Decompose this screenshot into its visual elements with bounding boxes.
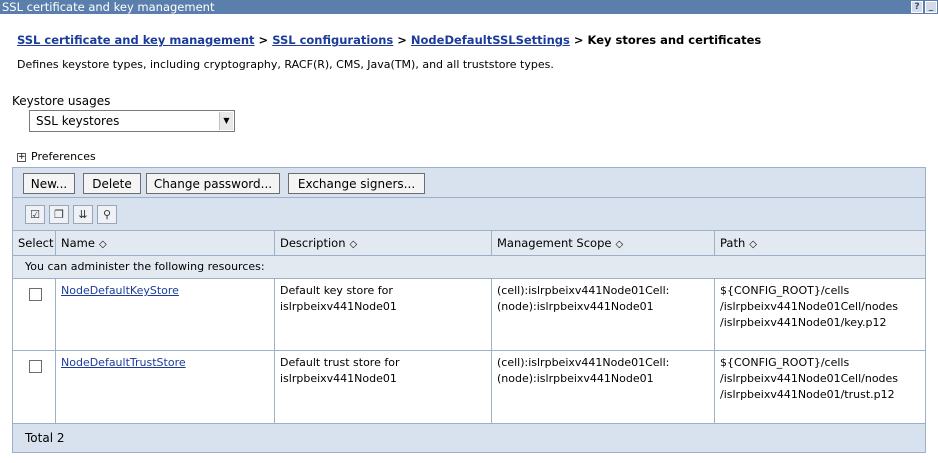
table-total: Total 2: [13, 424, 925, 452]
scope-line: (cell):islrpbeixv441Node01Cell:: [497, 284, 670, 297]
keystore-usages-selected-value: SSL keystores: [36, 114, 120, 128]
description-line: islrpbeixv441Node01: [280, 372, 397, 385]
preferences-label: Preferences: [31, 150, 96, 163]
description-line: Default key store for: [280, 284, 393, 297]
page-description: Defines keystore types, including crypto…: [17, 58, 554, 71]
dropdown-arrow-icon[interactable]: ▼: [219, 112, 233, 130]
table-cell-scope: (cell):islrpbeixv441Node01Cell: (node):i…: [492, 279, 715, 351]
column-header-label: Name: [61, 236, 95, 250]
exchange-signers-button[interactable]: Exchange signers...: [288, 173, 425, 194]
column-header-name[interactable]: Name ◇: [56, 231, 275, 256]
table-cell-description: Default trust store for islrpbeixv441Nod…: [275, 351, 492, 424]
change-password-button[interactable]: Change password...: [146, 173, 280, 194]
breadcrumb-link-ssl-cert-key-mgmt[interactable]: SSL certificate and key management: [17, 33, 255, 47]
path-line: /islrpbeixv441Node01Cell/nodes: [720, 372, 899, 385]
path-line: ${CONFIG_ROOT}/cells: [720, 356, 850, 369]
keystore-usages-label: Keystore usages: [12, 94, 111, 108]
table-cell-name: NodeDefaultTrustStore: [56, 351, 275, 424]
deselect-all-icon[interactable]: ❐: [49, 205, 69, 224]
table-row-select-cell: [13, 279, 56, 351]
new-button[interactable]: New...: [23, 173, 75, 194]
select-all-icon[interactable]: ☑: [25, 205, 45, 224]
column-header-management-scope[interactable]: Management Scope ◇: [492, 231, 715, 256]
column-header-label: Management Scope: [497, 236, 612, 250]
sort-icon[interactable]: ◇: [749, 239, 757, 250]
path-line: ${CONFIG_ROOT}/cells: [720, 284, 850, 297]
table-row-select-cell: [13, 351, 56, 424]
scope-line: (cell):islrpbeixv441Node01Cell:: [497, 356, 670, 369]
window-title-bar: SSL certificate and key management ? _: [0, 0, 938, 14]
column-header-description[interactable]: Description ◇: [275, 231, 492, 256]
sort-icon[interactable]: ◇: [350, 239, 358, 250]
window-title: SSL certificate and key management: [2, 0, 215, 14]
breadcrumb-link-node-default-ssl-settings[interactable]: NodeDefaultSSLSettings: [411, 33, 570, 47]
breadcrumb-link-ssl-configurations[interactable]: SSL configurations: [272, 33, 393, 47]
path-line: /islrpbeixv441Node01/key.p12: [720, 316, 887, 329]
clear-filter-icon[interactable]: ⚲: [97, 205, 117, 224]
icon-toolbar: ☑ ❐ ⇊ ⚲: [13, 198, 925, 231]
row-checkbox[interactable]: [29, 360, 42, 373]
column-header-label: Description: [280, 236, 346, 250]
column-header-path[interactable]: Path ◇: [715, 231, 925, 256]
breadcrumb-separator: >: [258, 33, 269, 47]
path-line: /islrpbeixv441Node01Cell/nodes: [720, 300, 899, 313]
breadcrumb-separator: >: [573, 33, 584, 47]
show-filter-icon[interactable]: ⇊: [73, 205, 93, 224]
admin-message: You can administer the following resourc…: [13, 256, 925, 279]
description-line: Default trust store for: [280, 356, 400, 369]
keystore-collection-panel: New... Delete Change password... Exchang…: [12, 167, 926, 453]
table-cell-path: ${CONFIG_ROOT}/cells /islrpbeixv441Node0…: [715, 351, 925, 424]
breadcrumb-separator: >: [397, 33, 407, 47]
delete-button[interactable]: Delete: [83, 173, 141, 194]
expand-plus-icon[interactable]: +: [17, 152, 26, 162]
minimize-icon[interactable]: _: [925, 1, 937, 13]
column-header-label: Path: [720, 236, 746, 250]
scope-line: (node):islrpbeixv441Node01: [497, 300, 654, 313]
description-line: islrpbeixv441Node01: [280, 300, 397, 313]
help-icon[interactable]: ?: [911, 1, 923, 13]
column-header-select: Select: [13, 231, 56, 256]
breadcrumb: SSL certificate and key management > SSL…: [17, 33, 761, 47]
sort-icon[interactable]: ◇: [615, 239, 623, 250]
keystore-link[interactable]: NodeDefaultKeyStore: [61, 284, 179, 297]
column-header-label: Select: [18, 236, 54, 250]
keystore-usages-select[interactable]: SSL keystores ▼: [29, 110, 235, 132]
path-line: /islrpbeixv441Node01/trust.p12: [720, 388, 895, 401]
table-cell-path: ${CONFIG_ROOT}/cells /islrpbeixv441Node0…: [715, 279, 925, 351]
preferences-toggle[interactable]: + Preferences: [17, 150, 96, 163]
scope-line: (node):islrpbeixv441Node01: [497, 372, 654, 385]
sort-icon[interactable]: ◇: [99, 239, 107, 250]
table-cell-name: NodeDefaultKeyStore: [56, 279, 275, 351]
table-cell-scope: (cell):islrpbeixv441Node01Cell: (node):i…: [492, 351, 715, 424]
keystore-link[interactable]: NodeDefaultTrustStore: [61, 356, 186, 369]
table-cell-description: Default key store for islrpbeixv441Node0…: [275, 279, 492, 351]
breadcrumb-current: Key stores and certificates: [587, 33, 762, 47]
button-toolbar: New... Delete Change password... Exchang…: [13, 168, 925, 198]
row-checkbox[interactable]: [29, 288, 42, 301]
